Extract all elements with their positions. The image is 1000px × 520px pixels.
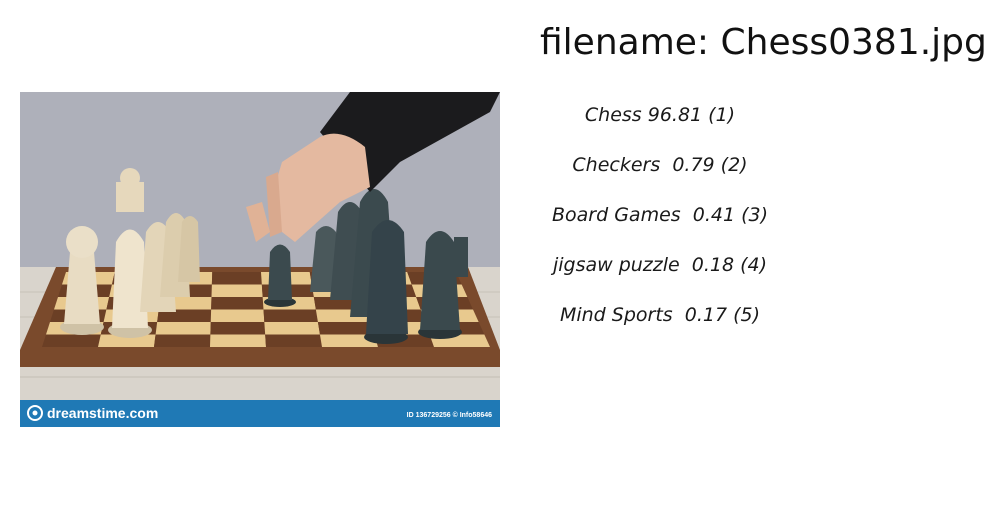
board-square bbox=[154, 334, 211, 347]
board-square bbox=[210, 334, 266, 347]
page: filename: Chess0381.jpg dreamstime.com I… bbox=[0, 0, 1000, 520]
result-item: jigsaw puzzle 0.18 (4) bbox=[552, 254, 768, 276]
board-square bbox=[264, 322, 320, 335]
board-square bbox=[265, 334, 322, 347]
board-square bbox=[210, 309, 265, 322]
board-square bbox=[155, 322, 211, 335]
board-square bbox=[42, 334, 101, 347]
result-item: Mind Sports 0.17 (5) bbox=[559, 304, 761, 326]
watermark-id: ID 136729256 © Info58646 bbox=[407, 411, 492, 419]
chess-photo: dreamstime.com ID 136729256 © Info58646 bbox=[20, 92, 500, 427]
result-item: Checkers 0.79 (2) bbox=[572, 154, 748, 176]
filename-title: filename: Chess0381.jpg bbox=[540, 22, 987, 63]
board-square bbox=[211, 272, 262, 285]
board-square bbox=[210, 322, 266, 335]
classification-results: Chess 96.81 (1) Checkers 0.79 (2) Board … bbox=[520, 100, 800, 350]
board-square bbox=[211, 297, 264, 310]
board-square bbox=[263, 309, 318, 322]
board-square bbox=[211, 284, 263, 297]
result-item: Chess 96.81 (1) bbox=[584, 104, 736, 126]
result-item: Board Games 0.41 (3) bbox=[551, 204, 768, 226]
watermark-brand: dreamstime.com bbox=[47, 405, 158, 421]
